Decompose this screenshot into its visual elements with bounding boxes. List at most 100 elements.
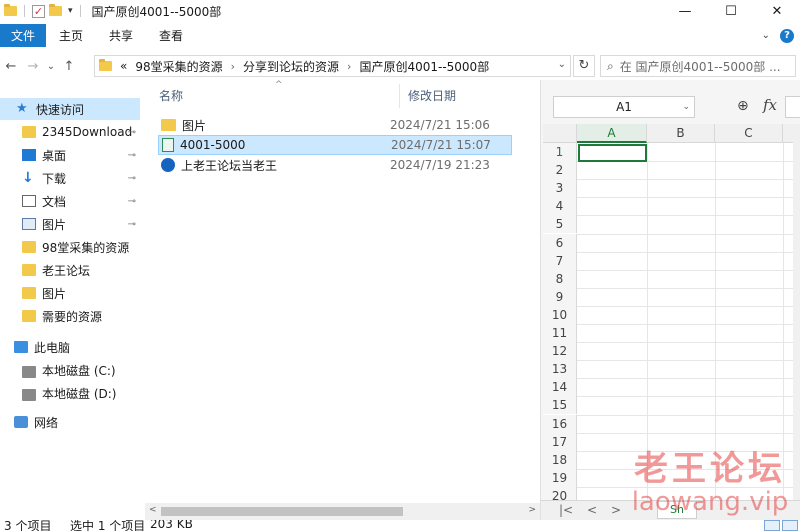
grid-line [577,342,800,344]
breadcrumb-item[interactable]: 98堂采集的资源 [135,58,222,75]
breadcrumb-separator[interactable]: › [231,60,235,73]
zoom-icon[interactable]: ⊕ [737,98,749,114]
scroll-right-button[interactable]: > [528,505,536,515]
row-header[interactable]: 13 [543,360,577,379]
file-row-selected[interactable]: 4001-5000 2024/7/21 15:07 [158,135,512,155]
horizontal-scrollbar[interactable]: < > [145,503,540,520]
nav-item-laowang-forum[interactable]: 老王论坛 [0,259,140,281]
column-header-a[interactable]: A [577,124,647,143]
minimize-button[interactable]: — [662,0,708,22]
nav-item-pictures-folder[interactable]: 图片 [0,282,140,304]
chevron-down-icon[interactable]: ⌄ [682,97,690,117]
breadcrumb-item[interactable]: 国产原创4001--5000部 [359,58,489,75]
row-header[interactable]: 9 [543,287,577,306]
row-header[interactable]: 16 [543,414,577,433]
sheet-tab[interactable]: Sh [657,501,697,519]
computer-icon [14,341,28,353]
nav-this-pc[interactable]: 此电脑 [0,336,140,358]
vertical-scrollbar[interactable] [793,124,800,500]
row-header[interactable]: 4 [543,197,577,216]
row-header[interactable]: 10 [543,305,577,324]
customize-toolbar-icon[interactable]: ▾ [68,6,73,16]
file-row[interactable]: 图片 2024/7/21 15:06 [158,115,512,135]
properties-icon[interactable]: ✓ [32,4,45,18]
nav-quick-access[interactable]: ★ 快速访问 [0,98,140,120]
row-header[interactable]: 14 [543,378,577,397]
tab-view[interactable]: 查看 [146,24,196,47]
first-sheet-button[interactable]: |< [559,503,573,517]
expand-ribbon-icon[interactable]: ⌄ [762,30,770,41]
refresh-button[interactable]: ↻ [573,55,595,77]
row-header[interactable]: 19 [543,468,577,487]
row-header[interactable]: 6 [543,233,577,252]
large-icons-view-button[interactable] [782,520,798,531]
nav-item-pictures[interactable]: 图片 ⊸ [0,213,140,235]
column-header-modified[interactable]: 修改日期 [408,87,456,104]
app-icon [161,158,175,172]
scroll-thumb[interactable] [161,507,403,516]
grid-line [577,396,800,398]
row-header[interactable]: 12 [543,342,577,361]
function-icon[interactable]: fx [763,96,777,114]
row-header[interactable]: 1 [543,143,577,161]
address-bar[interactable]: « 98堂采集的资源 › 分享到论坛的资源 › 国产原创4001--5000部 … [94,55,571,77]
grid-line [577,305,800,307]
maximize-button[interactable]: ☐ [708,0,754,22]
spreadsheet-grid[interactable]: A B C 1 2 3 4 5 6 7 8 9 10 11 12 13 14 15 16 17 18 19 20 [543,124,800,506]
select-all-corner[interactable] [543,124,577,143]
breadcrumb-overflow[interactable]: « [120,59,127,73]
nav-item-98tang-resources[interactable]: 98堂采集的资源 [0,236,140,258]
scroll-left-button[interactable]: < [149,505,157,515]
toolbar-divider [24,5,25,17]
tab-file[interactable]: 文件 [0,24,46,47]
new-folder-icon[interactable] [49,4,62,16]
selection-count: 选中 1 个项目 [70,520,146,531]
row-header[interactable]: 2 [543,161,577,180]
row-header[interactable]: 8 [543,269,577,288]
download-icon: ↓ [22,170,34,186]
next-sheet-button[interactable]: > [611,503,621,517]
row-header[interactable]: 17 [543,432,577,451]
up-button[interactable]: ↑ [58,59,80,74]
cell-name-box[interactable]: A1 ⌄ [553,96,695,118]
title-bar: ✓ ▾ 国产原创4001--5000部 — ☐ ✕ [0,0,800,22]
search-input[interactable]: ⌕ 在 国产原创4001--5000部 ... [600,55,796,77]
nav-network[interactable]: 网络 [0,411,140,433]
active-cell[interactable] [578,144,647,162]
row-header[interactable]: 5 [543,215,577,234]
nav-drive-c[interactable]: 本地磁盘 (C:) [0,359,140,381]
desktop-icon [22,149,36,161]
column-header-c[interactable]: C [715,124,783,143]
row-header[interactable]: 15 [543,396,577,415]
row-header[interactable]: 11 [543,324,577,342]
breadcrumb-separator[interactable]: › [347,60,351,73]
details-view-button[interactable] [764,520,780,531]
tab-home[interactable]: 主页 [46,24,96,47]
column-divider[interactable] [399,84,400,108]
tab-share[interactable]: 共享 [96,24,146,47]
address-dropdown-button[interactable]: ⌄ [558,59,566,70]
nav-drive-d[interactable]: 本地磁盘 (D:) [0,382,140,404]
formula-input[interactable] [785,96,800,118]
close-button[interactable]: ✕ [754,0,800,22]
column-header-name[interactable]: 名称 [159,87,183,104]
back-button[interactable]: ← [0,59,22,74]
nav-item-needed-resources[interactable]: 需要的资源 [0,305,140,327]
nav-item-downloads[interactable]: ↓ 下载 ⊸ [0,167,140,189]
recent-locations-button[interactable]: ⌄ [44,61,58,72]
grid-line [577,233,800,235]
row-header[interactable]: 7 [543,251,577,270]
prev-sheet-button[interactable]: < [587,503,597,517]
column-header-b[interactable]: B [647,124,715,143]
help-icon[interactable]: ? [780,28,794,43]
sheet-tab-bar: |< < > Sh [541,500,800,520]
row-header[interactable]: 18 [543,450,577,469]
forward-button[interactable]: → [22,59,44,74]
breadcrumb-item[interactable]: 分享到论坛的资源 [243,58,339,75]
nav-item-documents[interactable]: 文档 ⊸ [0,190,140,212]
file-row[interactable]: 上老王论坛当老王 2024/7/19 21:23 [158,155,512,175]
nav-item-desktop[interactable]: 桌面 ⊸ [0,144,140,166]
nav-item-2345download[interactable]: 2345Download ⊸ [0,121,140,143]
row-header[interactable]: 3 [543,179,577,198]
folder-icon [22,287,36,299]
